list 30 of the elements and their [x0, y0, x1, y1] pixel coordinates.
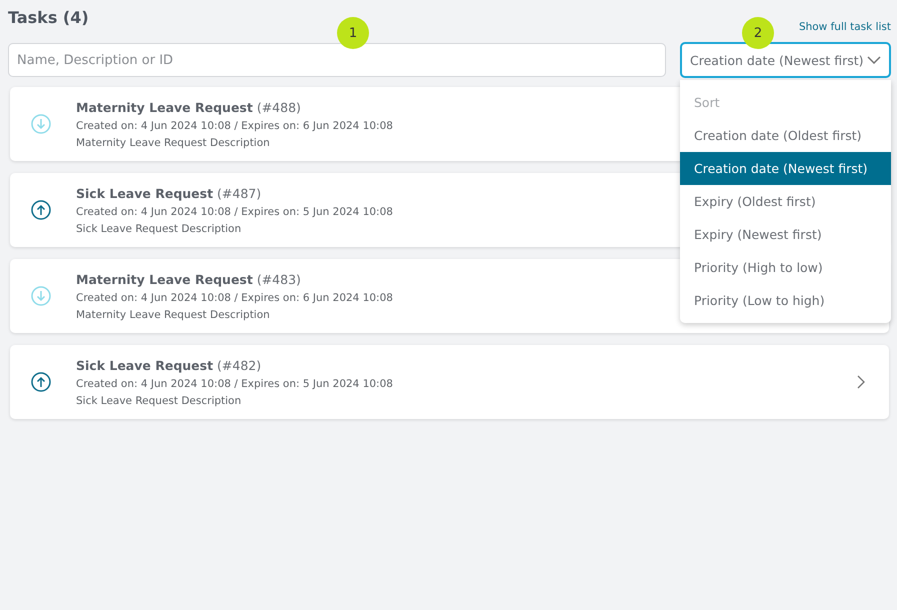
sort-option[interactable]: Creation date (Newest first) [680, 152, 891, 185]
task-dates: Created on: 4 Jun 2024 10:08 / Expires on: 5 Jun 2024 10:08 [76, 378, 393, 390]
up-arrow-circle-icon [31, 200, 51, 220]
task-dates: Created on: 4 Jun 2024 10:08 / Expires on: 5 Jun 2024 10:08 [76, 206, 393, 218]
page-title: Tasks (4) [8, 8, 89, 27]
sort-option[interactable]: Creation date (Oldest first) [680, 119, 891, 152]
task-card[interactable]: Sick Leave Request (#482) Created on: 4 Jun 2024 10:08 / Expires on: 5 Jun 2024 10:08 Sick Leave Request Description [10, 345, 889, 419]
callout-marker: 2 [742, 17, 774, 49]
task-description: Sick Leave Request Description [76, 222, 242, 234]
task-dates: Created on: 4 Jun 2024 10:08 / Expires on: 6 Jun 2024 10:08 [76, 120, 393, 132]
down-arrow-circle-icon [31, 114, 51, 134]
down-arrow-circle-icon [31, 286, 51, 306]
task-title: Maternity Leave Request (#488) [76, 100, 301, 114]
task-description: Sick Leave Request Description [76, 394, 242, 406]
menu-heading: Sort [693, 94, 721, 112]
chevron-right-icon [857, 375, 865, 389]
chevron-down-icon [867, 56, 881, 64]
show-full-task-list-link[interactable]: Show full task list [798, 21, 891, 33]
task-title: Sick Leave Request (#487) [76, 186, 262, 200]
sort-option[interactable]: Expiry (Oldest first) [680, 185, 891, 218]
task-dates: Created on: 4 Jun 2024 10:08 / Expires on: 6 Jun 2024 10:08 [76, 292, 393, 304]
search-field[interactable]: Name, Description or ID [8, 43, 666, 77]
up-arrow-circle-icon [31, 372, 51, 392]
task-description: Maternity Leave Request Description [76, 136, 270, 148]
task-title: Maternity Leave Request (#483) [76, 272, 301, 286]
sort-option[interactable]: Priority (Low to high) [680, 284, 891, 317]
task-description: Maternity Leave Request Description [76, 308, 270, 320]
callout-marker: 1 [337, 17, 369, 49]
sort-dropdown[interactable]: Creation date (Newest first) [680, 42, 891, 78]
task-title: Sick Leave Request (#482) [76, 358, 262, 372]
